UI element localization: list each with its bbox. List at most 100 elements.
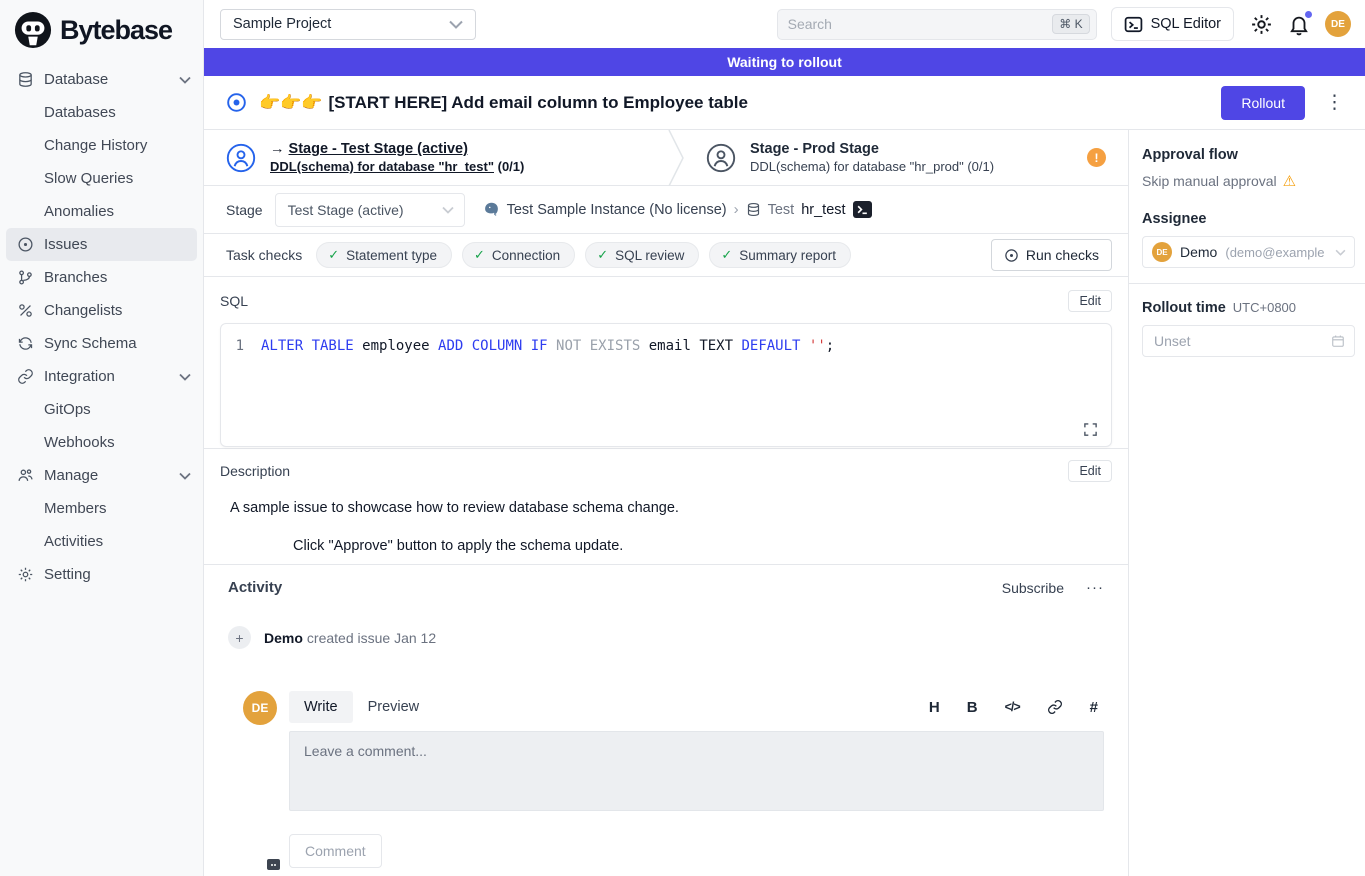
sidebar-item-databases[interactable]: Databases: [0, 96, 203, 129]
assignee-email: (demo@example: [1225, 245, 1327, 260]
sidebar-item-activities[interactable]: Activities: [0, 525, 203, 558]
hash-format-button[interactable]: #: [1090, 699, 1098, 716]
issue-title-row: 👉👉👉[START HERE] Add email column to Empl…: [204, 76, 1365, 130]
line-number: 1: [221, 336, 261, 356]
stage-card-prod[interactable]: Stage - Prod Stage DDL(schema) for datab…: [684, 130, 1012, 185]
assignee-select[interactable]: DE Demo (demo@example: [1142, 236, 1355, 268]
check-sql-review[interactable]: ✓SQL review: [585, 242, 699, 268]
stage-card-test[interactable]: → Stage - Test Stage (active) DDL(schema…: [204, 130, 668, 185]
stage-picker-row: Stage Test Stage (active) Test Sample In…: [204, 186, 1128, 234]
rollout-button[interactable]: Rollout: [1221, 86, 1305, 120]
sql-editor-button[interactable]: SQL Editor: [1111, 7, 1234, 41]
notifications-bell-button[interactable]: [1288, 13, 1310, 36]
task-checks-label: Task checks: [226, 247, 302, 263]
rollout-time-picker[interactable]: Unset: [1142, 325, 1355, 357]
bold-format-button[interactable]: B: [967, 699, 978, 716]
issue-open-status-icon: [226, 92, 247, 113]
database-icon: [16, 71, 34, 89]
breadcrumb-chevron: ›: [734, 201, 739, 218]
left-sidebar: Bytebase Database Databases Change Histo…: [0, 0, 204, 876]
check-connection[interactable]: ✓Connection: [462, 242, 575, 268]
assignee-avatar: DE: [1152, 242, 1172, 262]
search-input[interactable]: [788, 16, 1053, 32]
stage-name-link[interactable]: Stage - Test Stage (active): [289, 141, 468, 157]
stage-person-icon: [706, 143, 736, 173]
chevron-down-icon: [442, 206, 454, 214]
check-pass-icon: ✓: [721, 247, 732, 263]
database-icon: [746, 202, 761, 217]
user-avatar[interactable]: DE: [1325, 11, 1351, 37]
comment-input[interactable]: [289, 731, 1104, 811]
sidebar-item-issues[interactable]: Issues: [6, 228, 197, 261]
settings-gear-button[interactable]: [1250, 13, 1273, 36]
assignee-name: Demo: [1180, 244, 1217, 260]
activity-actor[interactable]: Demo: [264, 630, 303, 646]
sql-heading: SQL: [220, 293, 248, 309]
sync-icon: [16, 335, 34, 353]
sidebar-item-sync-schema[interactable]: Sync Schema: [0, 327, 203, 360]
approval-flow-value: Skip manual approval: [1142, 173, 1277, 189]
link-format-button[interactable]: [1047, 699, 1063, 715]
check-statement-type[interactable]: ✓Statement type: [316, 242, 452, 268]
branch-icon: [16, 269, 34, 287]
terminal-icon: [1124, 15, 1143, 34]
calendar-icon: [1331, 334, 1345, 348]
activity-heading: Activity: [228, 579, 282, 596]
tab-preview[interactable]: Preview: [353, 691, 435, 723]
database-name[interactable]: hr_test: [801, 202, 845, 218]
stage-separator: [668, 130, 684, 185]
chevron-down-icon: [179, 76, 191, 84]
code-format-button[interactable]: </>: [1005, 700, 1020, 714]
stage-picker-label: Stage: [226, 202, 263, 218]
more-menu-icon[interactable]: ···: [1086, 579, 1104, 596]
description-section: Description Edit A sample issue to showc…: [204, 449, 1128, 565]
assignee-title: Assignee: [1142, 211, 1355, 227]
notification-dot: [1305, 11, 1312, 18]
stage-select-value: Test Stage (active): [288, 202, 404, 218]
global-search[interactable]: ⌘ K: [777, 9, 1097, 40]
sidebar-item-manage[interactable]: Manage: [0, 459, 203, 492]
people-icon: [16, 467, 34, 485]
target-icon: [1004, 248, 1019, 263]
sql-edit-button[interactable]: Edit: [1068, 290, 1112, 312]
stage-person-icon-active: [226, 143, 256, 173]
open-sql-editor-icon[interactable]: [853, 201, 872, 218]
heading-format-button[interactable]: H: [929, 699, 940, 716]
sidebar-item-setting[interactable]: Setting: [0, 558, 203, 591]
stage-task-link[interactable]: DDL(schema) for database "hr_test": [270, 159, 494, 174]
sql-code-editor[interactable]: 1ALTER TABLE employee ADD COLUMN IF NOT …: [220, 323, 1112, 447]
comment-submit-button[interactable]: Comment: [289, 834, 382, 868]
plus-icon: +: [228, 626, 251, 649]
project-select[interactable]: Sample Project: [220, 9, 476, 40]
sql-code-line: 1ALTER TABLE employee ADD COLUMN IF NOT …: [221, 336, 1111, 356]
sidebar-item-change-history[interactable]: Change History: [0, 129, 203, 162]
expand-fullscreen-icon[interactable]: [1083, 422, 1098, 437]
tab-write[interactable]: Write: [289, 691, 353, 723]
kebab-menu-icon[interactable]: ⋮: [1325, 91, 1345, 114]
sidebar-item-database[interactable]: Database: [0, 63, 203, 96]
description-edit-button[interactable]: Edit: [1068, 460, 1112, 482]
sql-section: SQL Edit 1ALTER TABLE employee ADD COLUM…: [204, 277, 1128, 449]
sidebar-item-label: Database: [44, 71, 108, 88]
sidebar-item-members[interactable]: Members: [0, 492, 203, 525]
sidebar-item-webhooks[interactable]: Webhooks: [0, 426, 203, 459]
stage-select[interactable]: Test Stage (active): [275, 193, 465, 227]
sidebar-item-integration[interactable]: Integration: [0, 360, 203, 393]
sidebar-item-anomalies[interactable]: Anomalies: [0, 195, 203, 228]
brand-logo[interactable]: Bytebase: [0, 0, 203, 59]
sidebar-item-branches[interactable]: Branches: [0, 261, 203, 294]
chevron-down-icon: [449, 20, 463, 29]
sidebar-item-gitops[interactable]: GitOps: [0, 393, 203, 426]
check-summary-report[interactable]: ✓Summary report: [709, 242, 851, 268]
bytebase-logo-icon: [14, 11, 52, 49]
warning-triangle-icon[interactable]: ⚠: [1283, 172, 1296, 190]
subscribe-button[interactable]: Subscribe: [1002, 580, 1064, 596]
task-checks-row: Task checks ✓Statement type ✓Connection …: [204, 234, 1128, 277]
sidebar-item-changelists[interactable]: Changelists: [0, 294, 203, 327]
sidebar-nav: Database Databases Change History Slow Q…: [0, 59, 203, 591]
pipeline-stages: → Stage - Test Stage (active) DDL(schema…: [204, 130, 1128, 186]
run-checks-button[interactable]: Run checks: [991, 239, 1112, 271]
main-content: → Stage - Test Stage (active) DDL(schema…: [204, 130, 1128, 876]
instance-name[interactable]: Test Sample Instance (No license): [507, 202, 727, 218]
sidebar-item-slow-queries[interactable]: Slow Queries: [0, 162, 203, 195]
